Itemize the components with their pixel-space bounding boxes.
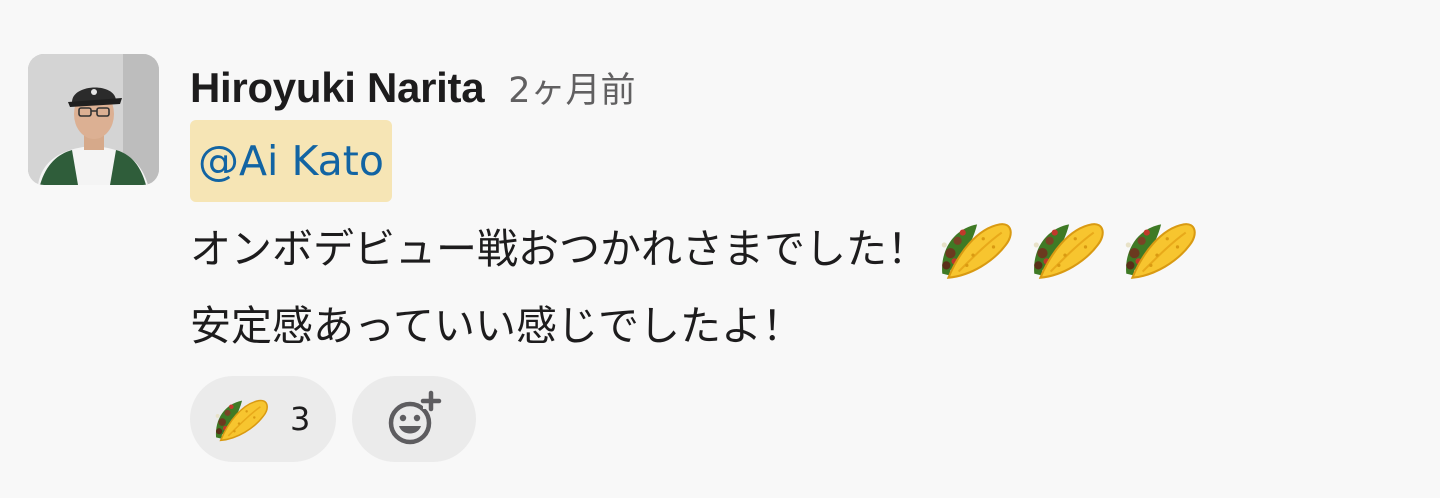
taco-emoji [932,214,1014,284]
taco-emoji [1116,214,1198,284]
message-text-line-1: オンボデビュー戦おつかれさまでした！ [190,214,1198,284]
reactions-bar: 3 [190,376,476,462]
message-header: Hiroyuki Narita 2ヶ月前 [190,62,636,112]
add-reaction-icon [388,390,442,445]
user-photo [28,54,159,185]
message: Hiroyuki Narita 2ヶ月前 @Ai Kato オンボデビュー戦おつ… [28,54,1408,474]
reaction-taco[interactable]: 3 [190,376,336,462]
message-text: 安定感あっていい感じでしたよ！ [190,302,803,350]
timestamp[interactable]: 2ヶ月前 [508,62,635,113]
message-text: オンボデビュー戦おつかれさまでした！ [190,225,928,273]
taco-emoji [1024,214,1106,284]
sender-name[interactable]: Hiroyuki Narita [190,64,485,112]
user-mention[interactable]: @Ai Kato [190,120,392,202]
message-text-line-2: 安定感あっていい感じでしたよ！ [190,296,803,356]
taco-emoji [208,393,270,445]
add-reaction-button[interactable] [352,376,476,462]
reaction-count: 3 [290,400,311,438]
avatar[interactable] [28,54,159,185]
